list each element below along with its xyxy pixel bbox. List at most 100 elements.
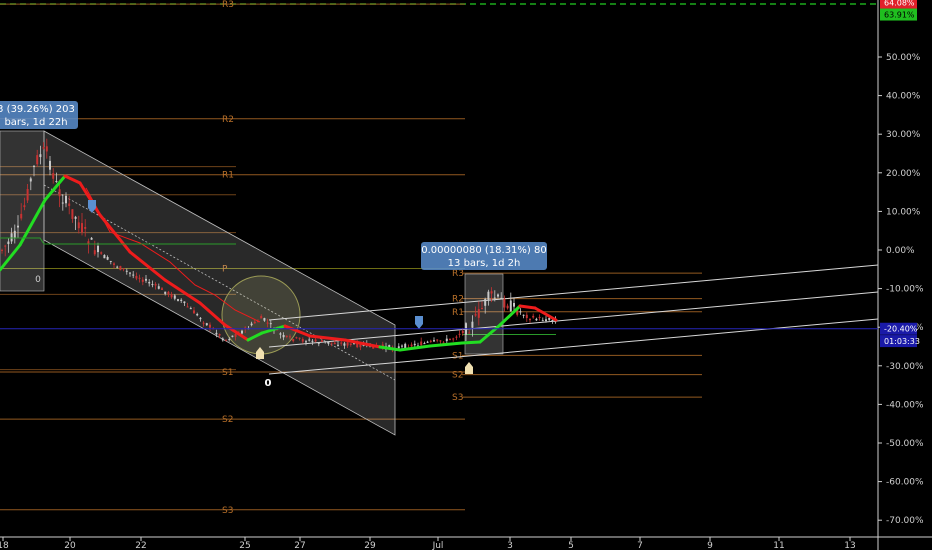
candle-body: [17, 225, 19, 228]
candle-body: [301, 339, 304, 342]
candle-body: [167, 291, 170, 295]
candle-body: [129, 272, 131, 274]
x-tick-label: 22: [135, 541, 146, 550]
y-axis-panel[interactable]: [878, 0, 932, 550]
candle-body: [545, 319, 547, 322]
candle-body: [157, 286, 160, 289]
candle-body: [433, 340, 435, 342]
candle-body: [154, 283, 157, 286]
x-tick-label: 7: [637, 541, 643, 550]
y-tick-label: 0.00%: [886, 246, 915, 256]
candle-body: [349, 343, 352, 345]
ma-segment: [460, 340, 482, 345]
y-tick-label: -40.00%: [886, 400, 924, 410]
candle-body: [487, 291, 490, 300]
candle-body: [161, 288, 163, 290]
candle-body: [413, 343, 416, 346]
candle-body: [151, 284, 154, 286]
channel-origin-label: 0: [35, 275, 41, 285]
candle-body: [541, 320, 544, 322]
x-tick-label: 18: [0, 541, 9, 550]
candle-body: [333, 342, 336, 345]
candle-body: [221, 338, 224, 341]
candle-body: [26, 188, 29, 201]
candle-body: [84, 227, 87, 229]
candle-body: [125, 270, 128, 272]
candle-body: [551, 319, 554, 321]
candle-body: [77, 222, 80, 229]
candle-body: [314, 339, 317, 342]
candle-body: [471, 321, 474, 328]
candle-body: [58, 189, 61, 197]
candle-body: [253, 321, 256, 324]
candle-body: [36, 155, 39, 165]
candle-body: [295, 337, 298, 339]
candle-body: [461, 330, 464, 334]
candle-body: [529, 318, 531, 321]
candle-body: [100, 252, 103, 254]
x-tick-label: 5: [568, 541, 574, 550]
candle-body: [343, 343, 346, 346]
pivot-label: S3: [452, 393, 463, 403]
candle-body: [109, 260, 112, 262]
candle-body: [135, 275, 138, 279]
candle-body: [305, 341, 307, 343]
candle-body: [42, 147, 45, 149]
candle-body: [33, 165, 35, 167]
candle-body: [250, 323, 253, 326]
y-tick-label: 20.00%: [886, 169, 921, 179]
candle-body: [164, 291, 167, 294]
candle-body: [55, 180, 58, 182]
measure-box-line1: 3 (39.26%) 203: [0, 104, 75, 115]
candle-body: [231, 335, 234, 337]
x-tick-label: 9: [707, 541, 713, 550]
candle-body: [209, 324, 211, 328]
candle-body: [468, 332, 471, 334]
pivot-label: S3: [222, 506, 233, 516]
price-tag-label: 01:03:33: [884, 337, 920, 346]
candle-body: [503, 298, 506, 308]
candle-body: [449, 338, 451, 340]
pivot-label: R1: [452, 308, 464, 318]
price-tag-label: 64.08%: [884, 0, 915, 8]
candle-body: [436, 339, 439, 341]
candle-body: [397, 346, 400, 349]
candle-body: [481, 307, 483, 309]
pivot-label: S2: [452, 371, 463, 381]
candle-body: [535, 318, 538, 321]
candle-body: [119, 266, 122, 271]
candle-body: [477, 309, 480, 318]
y-tick-label: -10.00%: [886, 285, 924, 295]
candle-body: [241, 330, 243, 334]
price-chart[interactable]: R3R2R1PS1S2S3R3R2R1S1S2S3 00 50.00%40.00…: [0, 0, 932, 550]
price-tag-label: -20.40%: [884, 325, 918, 334]
candle-body: [202, 322, 205, 324]
candle-body: [61, 202, 64, 204]
candle-body: [500, 297, 503, 300]
candle-body: [439, 340, 442, 342]
candle-body: [321, 340, 323, 342]
candle-body: [225, 339, 227, 341]
y-tick-label: 50.00%: [886, 53, 921, 63]
candle-body: [282, 334, 285, 338]
y-tick-label: -70.00%: [886, 516, 924, 526]
candle-body: [292, 339, 295, 342]
y-tick-label: -30.00%: [886, 362, 924, 372]
candle-body: [138, 277, 141, 279]
candle-body: [215, 332, 218, 335]
candle-body: [103, 254, 106, 259]
candle-body: [423, 343, 426, 345]
candle-body: [513, 302, 515, 307]
candle-body: [74, 216, 77, 219]
candle-body: [452, 338, 455, 340]
pivot-label: R1: [222, 171, 234, 181]
measure-box-line2: 13 bars, 1d 2h: [448, 258, 521, 269]
candle-body: [122, 268, 125, 270]
candle-body: [29, 178, 32, 182]
candle-body: [330, 342, 333, 344]
y-tick-label: 30.00%: [886, 130, 921, 140]
candle-body: [189, 308, 192, 310]
candle-body: [285, 335, 288, 337]
channel-origin-label: 0: [265, 378, 272, 389]
measure-box-line1: 0.00000080 (18.31%) 80: [421, 245, 546, 256]
